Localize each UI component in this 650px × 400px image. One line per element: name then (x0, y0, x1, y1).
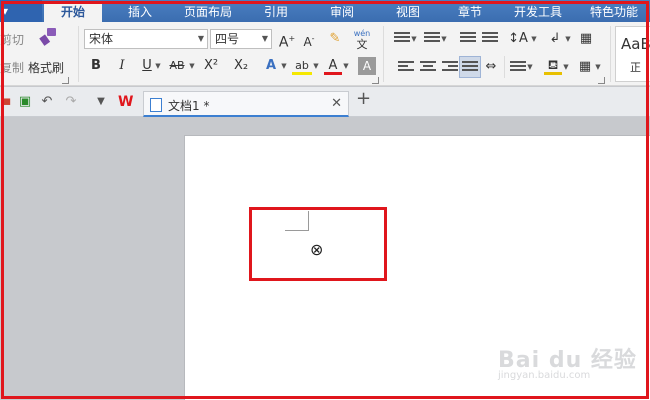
ribbon: 剪切 复制 格式刷 宋体 ▼ 四号 ▼ A+ A- ✎ wén 文 B I U … (0, 22, 650, 86)
distributed-align-icon[interactable]: ⇔ (482, 58, 500, 76)
tab-home[interactable]: 开始 (44, 2, 102, 22)
close-icon[interactable]: ✕ (331, 96, 342, 111)
style-sample-name: 正 (630, 61, 641, 74)
align-center-icon[interactable] (420, 61, 436, 75)
copy-button[interactable]: 复制 (0, 59, 24, 76)
document-icon (150, 98, 162, 112)
tab-references[interactable]: 引用 (264, 2, 288, 22)
chevron-down-icon[interactable]: ▼ (564, 30, 572, 48)
shrink-font-icon[interactable]: A- (299, 30, 319, 49)
align-left-icon[interactable] (398, 61, 414, 75)
redo-icon[interactable]: ↷ (64, 95, 78, 109)
chevron-down-icon[interactable]: ▼ (562, 58, 570, 76)
highlight-box (249, 207, 387, 281)
font-size-select[interactable]: 四号 ▼ (210, 29, 272, 49)
file-menu-button[interactable]: ▾ (0, 0, 42, 22)
chevron-down-icon[interactable]: ▼ (526, 58, 534, 76)
document-tab-label: 文档1 * (168, 99, 210, 113)
justify-button[interactable] (459, 56, 481, 78)
font-launcher-icon[interactable] (372, 77, 379, 84)
character-shading-icon[interactable]: A (358, 57, 376, 75)
table-grid-icon[interactable]: ▦ (577, 30, 595, 48)
style-normal-preview[interactable]: AaB 正 (615, 26, 650, 82)
print-preview-icon[interactable]: ▣ (18, 95, 32, 109)
tab-view[interactable]: 视图 (396, 2, 420, 22)
align-right-icon[interactable] (442, 61, 458, 75)
tab-insert[interactable]: 插入 (128, 2, 152, 22)
font-color-button[interactable]: A (324, 57, 342, 75)
pinyin-guide-label: 文 (356, 38, 368, 51)
highlight-icon[interactable]: ab (292, 57, 312, 75)
numbering-icon[interactable] (424, 32, 440, 46)
italic-button[interactable]: I (114, 57, 130, 75)
font-name-value: 宋体 (89, 32, 114, 46)
ribbon-tab-bar: ▾ 开始 插入 页面布局 引用 审阅 视图 章节 开发工具 特色功能 (0, 0, 650, 22)
pinyin-guide-button[interactable]: wén 文 (350, 28, 374, 50)
undo-icon[interactable]: ↶ (40, 95, 54, 109)
cut-button[interactable]: 剪切 (0, 31, 24, 48)
line-spacing-icon[interactable] (510, 61, 526, 75)
decrease-indent-icon[interactable] (460, 32, 476, 46)
tab-developer[interactable]: 开发工具 (514, 2, 562, 22)
subscript-button[interactable]: X₂ (230, 57, 252, 75)
paragraph-launcher-icon[interactable] (598, 77, 605, 84)
chevron-down-icon[interactable]: ▼ (342, 57, 350, 75)
quick-access-bar: ▪ ▣ ↶ ↷ ▼ W 文档1 * ✕ + (0, 87, 650, 117)
wps-logo-icon[interactable]: W (118, 95, 133, 109)
format-painter-label[interactable]: 格式刷 (28, 59, 64, 76)
chevron-down-icon[interactable]: ▼ (410, 30, 418, 48)
new-tab-icon[interactable]: + (356, 90, 371, 108)
tab-review[interactable]: 审阅 (330, 2, 354, 22)
font-size-value: 四号 (215, 32, 240, 46)
text-effects-icon[interactable]: A (262, 57, 280, 75)
chevron-down-icon: ▼ (261, 34, 268, 43)
watermark-url: jingyan.baidu.com (498, 370, 591, 381)
superscript-button[interactable]: X² (200, 57, 222, 75)
tab-special-features[interactable]: 特色功能 (590, 2, 638, 22)
font-name-select[interactable]: 宋体 ▼ (84, 29, 208, 49)
show-marks-icon[interactable]: ↲ (546, 30, 564, 48)
chevron-down-icon[interactable]: ▼ (312, 57, 320, 75)
grow-font-icon[interactable]: A+ (277, 30, 297, 51)
print-icon[interactable]: ▪ (0, 95, 14, 109)
format-painter-icon[interactable] (38, 27, 60, 49)
clipboard-launcher-icon[interactable] (62, 77, 69, 84)
style-sample: AaB (621, 35, 650, 53)
shading-icon[interactable]: ⛾ (544, 57, 562, 75)
chevron-down-icon[interactable]: ▼ (188, 57, 196, 75)
increase-indent-icon[interactable] (482, 32, 498, 46)
chevron-down-icon[interactable]: ▼ (530, 30, 538, 48)
chevron-down-icon[interactable]: ▼ (280, 57, 288, 75)
tab-sections[interactable]: 章节 (458, 2, 482, 22)
clear-format-icon[interactable]: ✎ (326, 30, 344, 48)
chevron-down-icon[interactable]: ▼ (440, 30, 448, 48)
chevron-down-icon[interactable]: ▼ (594, 58, 602, 76)
chevron-down-icon: ▼ (197, 34, 204, 43)
chevron-down-icon[interactable]: ▼ (154, 57, 162, 75)
borders-icon[interactable]: ▦ (576, 58, 594, 76)
underline-button[interactable]: U (140, 57, 154, 75)
document-tab[interactable]: 文档1 * ✕ (143, 91, 349, 117)
justify-icon (462, 61, 478, 75)
strikethrough-button[interactable]: AB (166, 57, 188, 75)
bold-button[interactable]: B (88, 57, 104, 75)
customize-toolbar-icon[interactable]: ▼ (94, 95, 108, 109)
bullets-icon[interactable] (394, 32, 410, 46)
change-case-icon[interactable]: ↕A (508, 30, 528, 48)
watermark: Bai du 经验 jingyan.baidu.com (498, 342, 637, 381)
tab-page-layout[interactable]: 页面布局 (184, 2, 232, 22)
